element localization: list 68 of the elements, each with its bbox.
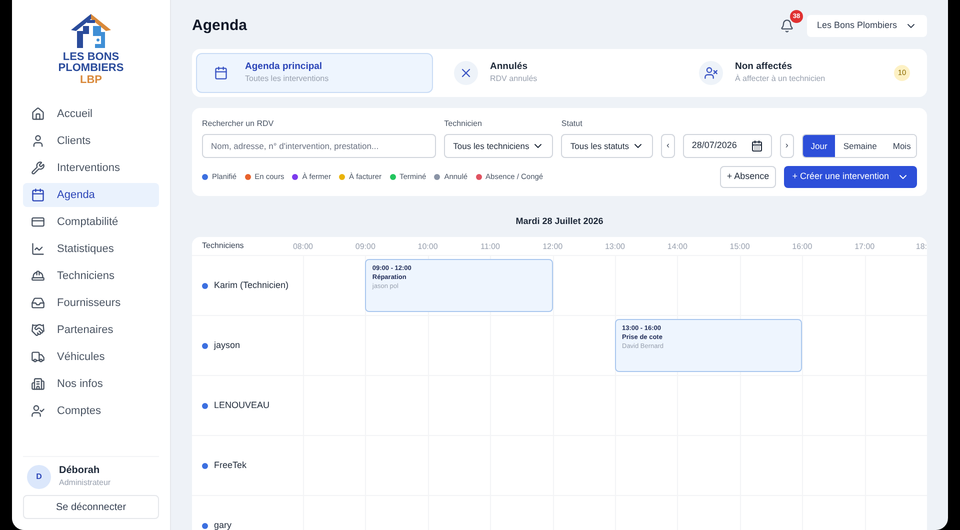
sidebar-item[interactable]: Agenda <box>23 183 159 207</box>
sidebar-item[interactable]: Fournisseurs <box>23 291 159 315</box>
x-icon <box>459 66 473 80</box>
technician-name: jayson <box>214 338 240 352</box>
field-label: Technicien <box>444 118 483 130</box>
calendar-icon <box>214 66 228 80</box>
create-intervention-button[interactable]: + Créer une intervention <box>784 166 917 188</box>
sidebar-item[interactable]: Comptes <box>23 399 159 423</box>
sidebar-item[interactable]: Nos infos <box>23 372 159 396</box>
user-role: Administrateur <box>59 477 111 489</box>
truck-icon <box>31 350 45 364</box>
calendar-icon <box>31 188 45 202</box>
avatar: D <box>27 465 51 489</box>
wrench-icon <box>31 161 45 175</box>
field-label: Rechercher un RDV <box>202 118 275 130</box>
sidebar-item[interactable]: Techniciens <box>23 264 159 288</box>
sidebar-item[interactable]: Interventions <box>23 156 159 180</box>
technician-name: Karim (Technicien) <box>214 278 289 292</box>
hour-label: 10:00 <box>418 241 438 253</box>
hat-icon <box>31 269 45 283</box>
add-absence-button[interactable]: + Absence <box>720 166 776 188</box>
userx-icon <box>704 66 718 80</box>
sidebar-item[interactable]: Statistiques <box>23 237 159 261</box>
hour-label: 11:00 <box>480 241 500 253</box>
home-icon <box>31 107 45 121</box>
sidebar-item[interactable]: Comptabilité <box>23 210 159 234</box>
company-selector[interactable]: Les Bons Plombiers <box>806 15 927 37</box>
technician-name: gary <box>214 518 232 530</box>
hour-label: 08:00 <box>292 241 314 253</box>
sidebar-item[interactable]: Accueil <box>23 102 159 126</box>
next-day-button[interactable]: › <box>780 134 794 158</box>
hour-label: 17:00 <box>854 241 875 253</box>
view-tab[interactable]: Agenda principal Toutes les interventions <box>196 53 433 93</box>
calendar-icon <box>751 140 764 152</box>
technician-name: FreeTek <box>214 458 247 472</box>
building-icon <box>31 377 45 391</box>
user-name: Déborah <box>59 465 101 477</box>
brand-acronym: LBP <box>80 74 102 86</box>
search-field[interactable]: Nom, adresse, n° d'intervention, prestation... <box>202 134 436 158</box>
sidebar-item[interactable]: Véhicules <box>23 345 159 369</box>
hour-label: 09:00 <box>355 241 376 253</box>
logout-button[interactable]: Se déconnecter <box>23 495 159 519</box>
hour-label: 13:00 <box>604 241 626 253</box>
card-icon <box>31 215 45 229</box>
technician-name: LENOUVEAU <box>214 398 270 412</box>
page-title: Agenda <box>192 16 248 36</box>
hour-label: 14:00 <box>667 241 688 253</box>
sidebar-item[interactable]: Partenaires <box>23 318 159 342</box>
date-field[interactable]: 28/07/2026 <box>682 134 772 158</box>
chart-icon <box>31 242 45 256</box>
hour-label: 15:00 <box>730 241 750 253</box>
brand-name: PLOMBIERS <box>58 63 124 74</box>
sidebar-item[interactable]: Clients <box>23 129 159 153</box>
view-mode-button[interactable]: Jour <box>802 135 836 157</box>
hour-label: 12:00 <box>542 241 563 253</box>
field-label: Statut <box>561 118 584 130</box>
schedule-date: Mardi 28 Juillet 2026 <box>516 215 604 228</box>
bell-icon <box>780 19 794 33</box>
hour-label: 18: <box>916 241 927 253</box>
brand-name: LES BONS <box>62 52 120 63</box>
handshake-icon <box>31 323 45 337</box>
usercheck-icon <box>31 404 45 418</box>
status-select[interactable]: Tous les statuts <box>561 134 654 158</box>
hour-label: 16:00 <box>792 241 812 253</box>
user-icon <box>31 134 45 148</box>
technician-select[interactable]: Tous les techniciens <box>444 134 554 158</box>
inbox-icon <box>31 296 45 310</box>
previous-day-button[interactable]: ‹ <box>661 134 675 158</box>
